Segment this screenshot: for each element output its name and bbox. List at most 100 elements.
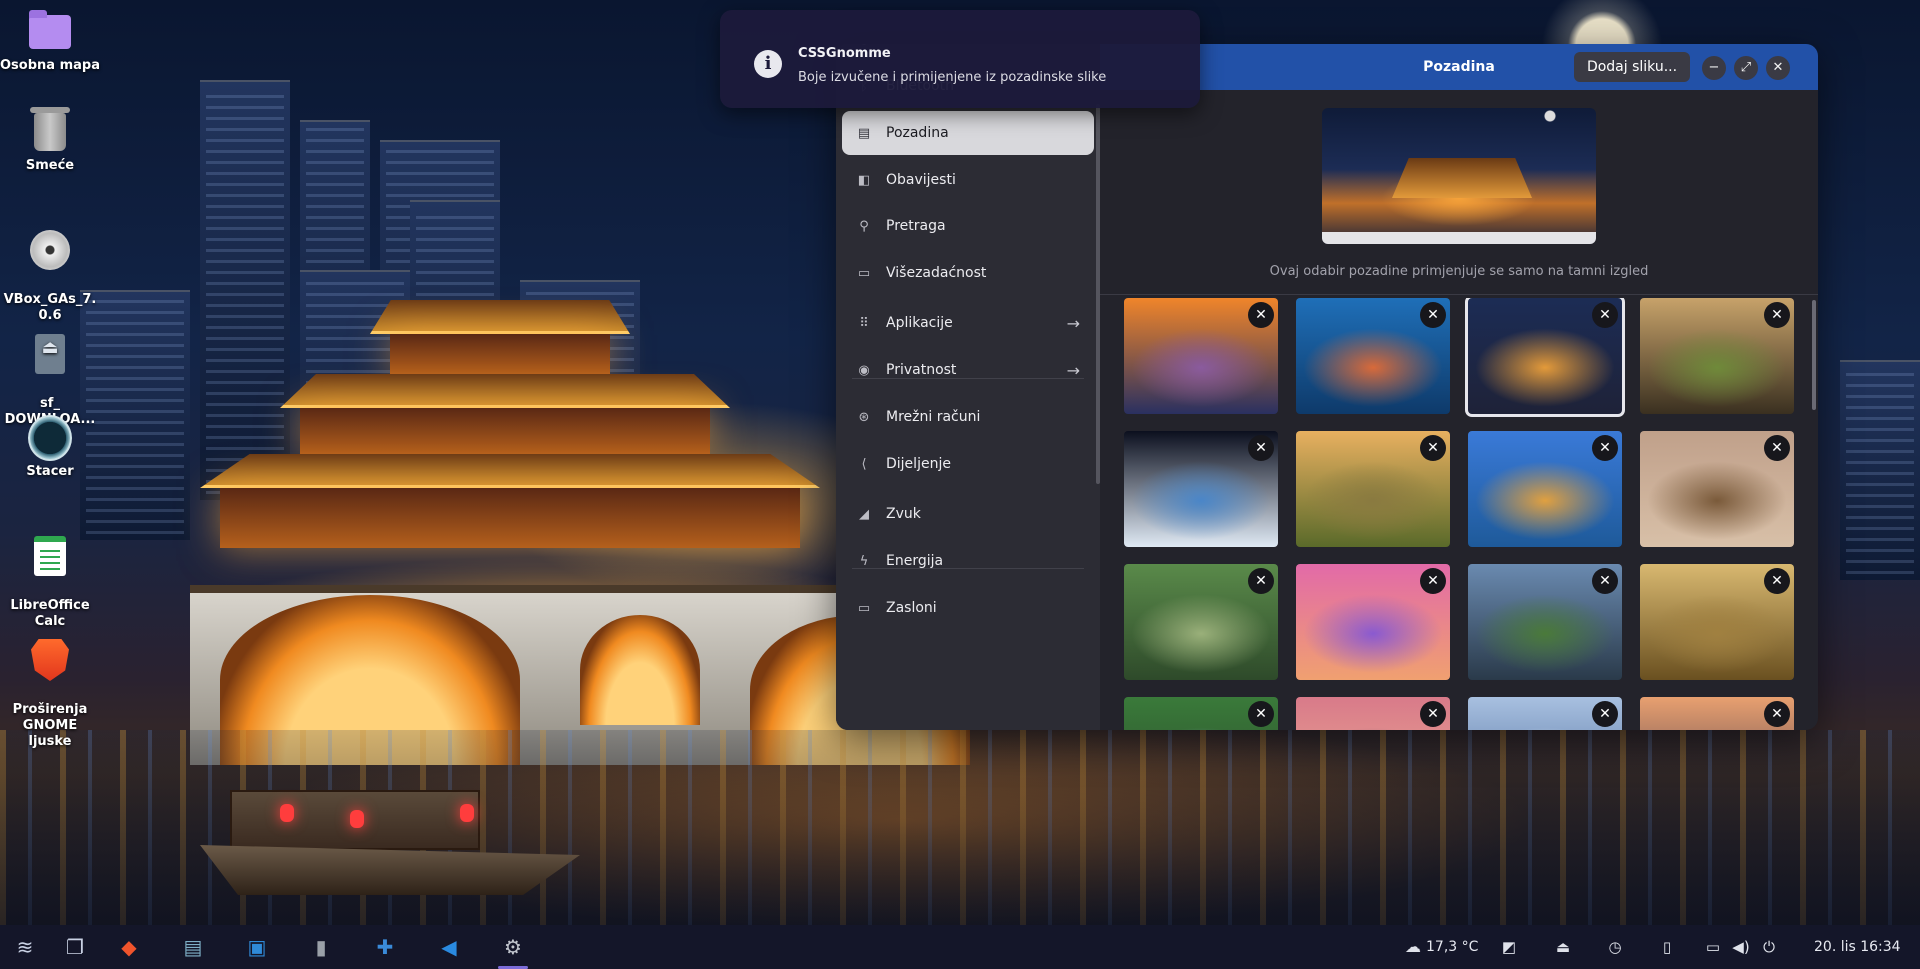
timer-icon[interactable]: ◷ xyxy=(1604,936,1626,958)
settings-sidebar: ◍MrežaᛒBluetooth▤Pozadina◧Obavijesti⚲Pre… xyxy=(836,44,1100,730)
power-icon[interactable]: ⏻ xyxy=(1758,936,1780,958)
sidebar-item-label: Obavijesti xyxy=(886,172,956,188)
wallpaper-thumbnail[interactable]: ✕ xyxy=(1124,564,1278,680)
sidebar-item-sound[interactable]: ◢ Zvuk xyxy=(842,492,1094,536)
clipboard-icon[interactable]: ▯ xyxy=(1656,936,1678,958)
wallpaper-thumbnail[interactable]: ✕ xyxy=(1296,431,1450,547)
arrow-right-icon: → xyxy=(1066,313,1080,333)
gallery-scrollbar[interactable] xyxy=(1812,300,1816,410)
sidebar-item-background[interactable]: ▤ Pozadina xyxy=(842,111,1094,155)
sidebar-item-label: Mrežni računi xyxy=(886,409,981,425)
remove-wallpaper-icon[interactable]: ✕ xyxy=(1248,435,1274,461)
remove-wallpaper-icon[interactable]: ✕ xyxy=(1764,568,1790,594)
sidebar-item-label: Energija xyxy=(886,553,944,569)
settings-icon[interactable]: ⚙ xyxy=(496,931,530,969)
clock[interactable]: 20. lis 16:34 xyxy=(1814,925,1901,969)
sidebar-item-displays[interactable]: ▭ Zasloni xyxy=(842,586,1094,630)
sidebar-item-label: Aplikacije xyxy=(886,315,953,331)
dark-style-hint: Ovaj odabir pozadine primjenjuje se samo… xyxy=(1269,264,1649,279)
notifications-icon: ◧ xyxy=(857,172,871,188)
remove-wallpaper-icon[interactable]: ✕ xyxy=(1420,302,1446,328)
remove-wallpaper-icon[interactable]: ✕ xyxy=(1764,435,1790,461)
close-icon[interactable]: ✕ xyxy=(1766,56,1790,80)
wallpaper-thumbnail[interactable]: ✕ xyxy=(1468,564,1622,680)
display-icon[interactable]: ▭ xyxy=(1702,936,1724,958)
wallpaper-thumbnail[interactable]: ✕ xyxy=(1124,697,1278,730)
desktop-icon-home-folder[interactable]: Osobna mapa xyxy=(0,10,100,74)
desktop-icon-label: Osobna mapa xyxy=(0,58,100,73)
remove-wallpaper-icon[interactable]: ✕ xyxy=(1764,302,1790,328)
remove-wallpaper-icon[interactable]: ✕ xyxy=(1420,568,1446,594)
volume-icon[interactable]: ◀) xyxy=(1730,936,1752,958)
wallpaper-thumbnail[interactable]: ✕ xyxy=(1465,298,1625,417)
sidebar-item-sharing[interactable]: ⟨ Dijeljenje xyxy=(842,442,1094,486)
eject-icon[interactable]: ⏏ xyxy=(1552,936,1574,958)
vscode-icon[interactable]: ◀ xyxy=(432,931,466,963)
extensions-icon[interactable]: ✚ xyxy=(368,931,402,963)
wallpaper-thumbnail[interactable]: ✕ xyxy=(1640,431,1794,547)
spreadsheet-icon xyxy=(34,536,66,576)
brave-browser-icon[interactable]: ◆ xyxy=(112,931,146,963)
sidebar-item-power[interactable]: ϟ Energija xyxy=(842,539,1094,583)
displays-icon: ▭ xyxy=(857,600,871,616)
remove-wallpaper-icon[interactable]: ✕ xyxy=(1420,435,1446,461)
remove-wallpaper-icon[interactable]: ✕ xyxy=(1592,302,1618,328)
info-icon: i xyxy=(754,50,782,78)
power-icon: ϟ xyxy=(859,553,869,569)
sidebar-item-label: Zvuk xyxy=(886,506,921,522)
sidebar-item-label: Višezadaćnost xyxy=(886,265,987,281)
terminal-icon[interactable]: ▮ xyxy=(304,931,338,963)
remove-wallpaper-icon[interactable]: ✕ xyxy=(1592,435,1618,461)
remove-wallpaper-icon[interactable]: ✕ xyxy=(1248,568,1274,594)
desktop-icon-label: Stacer xyxy=(26,464,74,479)
remove-wallpaper-icon[interactable]: ✕ xyxy=(1420,701,1446,727)
sidebar-item-search[interactable]: ⚲ Pretraga xyxy=(842,204,1094,248)
wallpaper-thumbnail[interactable]: ✕ xyxy=(1296,697,1450,730)
desktop-icon-stacer[interactable]: Stacer xyxy=(0,415,100,480)
optical-disc-icon xyxy=(30,230,70,270)
weather-temperature[interactable]: 17,3 °C xyxy=(1426,925,1478,969)
files-icon[interactable]: ▤ xyxy=(176,931,210,963)
remove-wallpaper-icon[interactable]: ✕ xyxy=(1248,701,1274,727)
desktop-icon-trash[interactable]: Smeće xyxy=(0,107,100,174)
remove-wallpaper-icon[interactable]: ✕ xyxy=(1592,701,1618,727)
wallpaper-thumbnail[interactable]: ✕ xyxy=(1640,697,1794,730)
sidebar-item-label: Dijeljenje xyxy=(886,456,951,472)
sidebar-item-privacy[interactable]: ◉ Privatnost → xyxy=(842,348,1094,392)
wallpaper-preview xyxy=(1322,108,1596,244)
software-store-icon[interactable]: ▣ xyxy=(240,931,274,963)
desktop-icon-gnome-extensions[interactable]: Proširenja GNOME ljuske xyxy=(0,622,100,766)
sharing-icon: ⟨ xyxy=(861,456,867,472)
wallpaper-thumbnail[interactable]: ✕ xyxy=(1124,431,1278,547)
wallpaper-thumbnail[interactable]: ✕ xyxy=(1468,431,1622,547)
sidebar-item-label: Privatnost xyxy=(886,362,957,378)
background-panel: Pozadina Dodaj sliku... − ⤢ ✕ Ovaj odabi… xyxy=(1100,44,1818,730)
maximize-icon[interactable]: ⤢ xyxy=(1734,56,1758,80)
sidebar-item-notifications[interactable]: ◧ Obavijesti xyxy=(842,158,1094,202)
minimize-icon[interactable]: − xyxy=(1702,56,1726,80)
apps-icon: ⠿ xyxy=(859,315,869,331)
arrow-right-icon: → xyxy=(1066,360,1080,380)
wallpaper-thumbnail[interactable]: ✕ xyxy=(1124,298,1278,414)
remove-wallpaper-icon[interactable]: ✕ xyxy=(1592,568,1618,594)
sidebar-item-apps[interactable]: ⠿ Aplikacije → xyxy=(842,301,1094,345)
color-picker-icon[interactable]: ◩ xyxy=(1498,936,1520,958)
workspaces-icon[interactable]: ❐ xyxy=(58,931,92,963)
desktop-icon-label: Smeće xyxy=(25,158,75,173)
settings-window: ◍MrežaᛒBluetooth▤Pozadina◧Obavijesti⚲Pre… xyxy=(836,44,1818,730)
notification-title: CSSGnomme xyxy=(798,46,891,61)
sidebar-item-online-accounts[interactable]: ⊛ Mrežni računi xyxy=(842,395,1094,439)
remove-wallpaper-icon[interactable]: ✕ xyxy=(1248,302,1274,328)
notification-banner[interactable]: i CSSGnomme Boje izvučene i primijenjene… xyxy=(720,10,1200,108)
wallpaper-thumbnail[interactable]: ✕ xyxy=(1640,564,1794,680)
remove-wallpaper-icon[interactable]: ✕ xyxy=(1764,701,1790,727)
background-icon: ▤ xyxy=(857,125,871,141)
wallpaper-thumbnail[interactable]: ✕ xyxy=(1296,564,1450,680)
desktop-icon-label: Proširenja GNOME ljuske xyxy=(12,702,88,749)
zorin-menu-icon[interactable]: ≋ xyxy=(8,931,42,963)
wallpaper-thumbnail[interactable]: ✕ xyxy=(1468,697,1622,730)
add-picture-button[interactable]: Dodaj sliku... xyxy=(1574,52,1690,82)
wallpaper-thumbnail[interactable]: ✕ xyxy=(1296,298,1450,414)
sidebar-item-multitasking[interactable]: ▭ Višezadaćnost xyxy=(842,251,1094,295)
wallpaper-thumbnail[interactable]: ✕ xyxy=(1640,298,1794,414)
